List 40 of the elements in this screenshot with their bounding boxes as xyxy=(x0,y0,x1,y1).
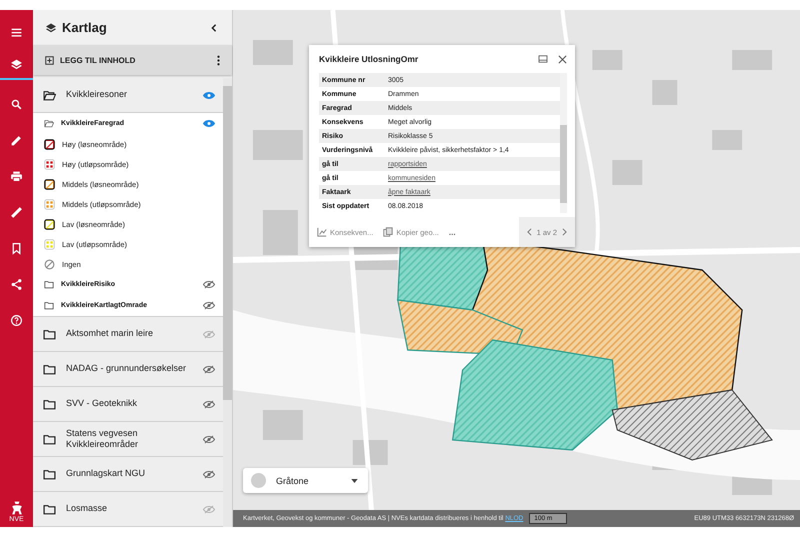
copy-icon xyxy=(383,227,394,237)
previous-icon[interactable] xyxy=(526,228,532,236)
layer-group-name: SVV - Geoteknikk xyxy=(66,398,138,410)
eye-slash-icon[interactable] xyxy=(203,364,215,374)
layers-icon xyxy=(45,22,57,34)
eye-slash-icon[interactable] xyxy=(203,280,215,289)
more-button[interactable]: ... xyxy=(448,228,456,236)
layers-icon xyxy=(10,58,23,70)
close-icon[interactable] xyxy=(558,54,567,64)
layer-group-name: Grunnlagskart NGU xyxy=(66,468,146,480)
basemap-selector[interactable]: Gråtone xyxy=(243,468,368,493)
menu-icon xyxy=(10,26,23,38)
panel-title: Kartlag xyxy=(62,20,108,35)
scrollbar[interactable] xyxy=(223,78,232,527)
pencil-icon xyxy=(10,134,23,146)
layer-group-name: Losmasse xyxy=(66,503,108,515)
scrollbar[interactable] xyxy=(560,73,567,213)
layer-group-name: Statens vegvesen Kvikkleireområder xyxy=(66,428,140,450)
plus-square-icon xyxy=(45,56,54,64)
map-thumbnail xyxy=(251,473,266,488)
layer-group-name: Aktsomhet marin leire xyxy=(66,328,154,340)
eye-icon[interactable] xyxy=(203,119,215,128)
eye-slash-icon[interactable] xyxy=(203,301,215,310)
chart-icon xyxy=(317,227,327,237)
next-icon[interactable] xyxy=(562,228,567,236)
printer-icon xyxy=(10,170,23,182)
layer-group-name: Kvikkleiresoner xyxy=(66,89,128,101)
eye-icon[interactable] xyxy=(203,90,215,100)
help-icon xyxy=(10,314,23,326)
popup-title: Kvikkleire UtlosningOmr xyxy=(319,54,420,64)
search-icon xyxy=(10,98,23,110)
eye-slash-icon[interactable] xyxy=(203,470,215,478)
layer-group-name: NADAG - grunnundersøkelser xyxy=(66,363,188,375)
dock-icon[interactable] xyxy=(538,55,548,63)
bookmark-icon xyxy=(10,242,23,254)
more-vertical-icon[interactable] xyxy=(215,52,222,68)
eye-slash-icon[interactable] xyxy=(203,400,215,408)
ruler-icon xyxy=(10,206,23,218)
share-icon xyxy=(10,278,23,290)
eye-slash-icon[interactable] xyxy=(203,434,215,444)
